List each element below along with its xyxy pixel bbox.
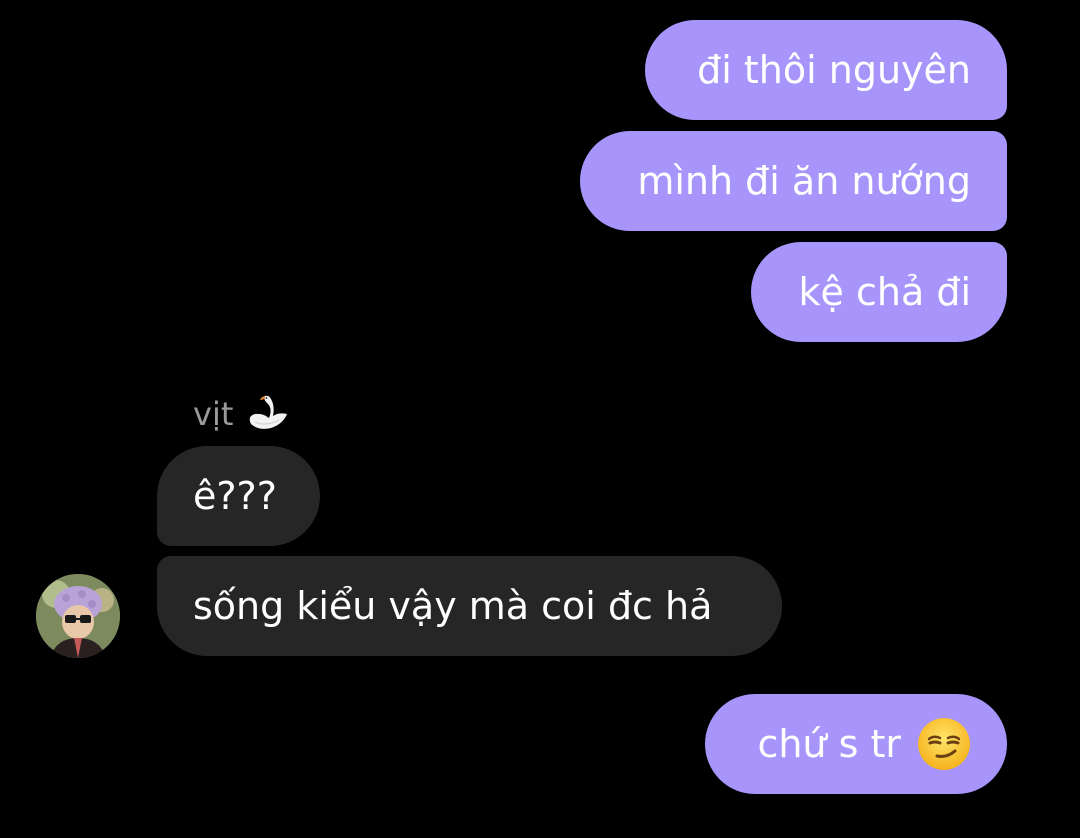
- message-text: đi thôi nguyên: [697, 48, 971, 92]
- message-text: sống kiểu vậy mà coi đc hả: [193, 584, 713, 628]
- message-bubble-outgoing[interactable]: kệ chả đi: [751, 242, 1007, 342]
- smirk-emoji-icon: [918, 718, 970, 770]
- message-bubble-incoming[interactable]: sống kiểu vậy mà coi đc hả: [157, 556, 782, 656]
- swan-emoji-icon: [250, 395, 288, 429]
- message-text: ê???: [193, 474, 277, 518]
- message-bubble-outgoing[interactable]: chứ s tr: [705, 694, 1007, 794]
- message-bubble-outgoing[interactable]: mình đi ăn nướng: [580, 131, 1007, 231]
- sender-avatar[interactable]: [36, 574, 120, 658]
- sender-name: vịt: [193, 395, 234, 433]
- message-bubble-incoming[interactable]: ê???: [157, 446, 320, 546]
- avatar-photo-icon: [36, 574, 120, 658]
- sender-name-label: vịt: [193, 394, 291, 434]
- message-text: kệ chả đi: [798, 270, 971, 314]
- message-text: mình đi ăn nướng: [637, 159, 971, 203]
- message-bubble-outgoing[interactable]: đi thôi nguyên: [645, 20, 1007, 120]
- message-text: chứ s tr: [757, 722, 901, 766]
